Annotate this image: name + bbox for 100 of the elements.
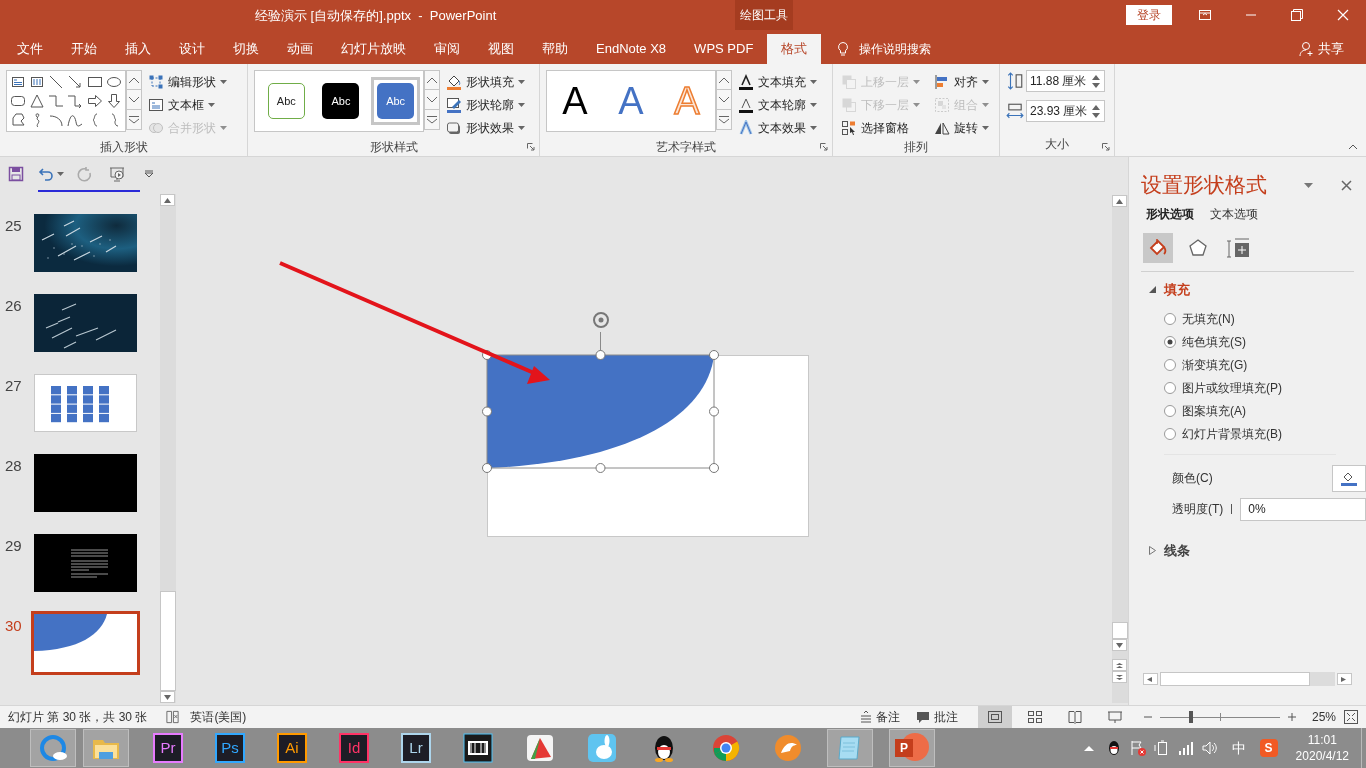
right-arrow-icon[interactable] xyxy=(86,93,103,109)
slide-thumbnail[interactable] xyxy=(31,531,140,595)
elbow-arrow-icon[interactable] xyxy=(67,93,84,109)
radio-button[interactable] xyxy=(1164,428,1176,440)
save-icon[interactable] xyxy=(8,165,24,182)
taskbar-button[interactable]: Pr xyxy=(145,729,191,767)
ribbon-tab[interactable]: 审阅 xyxy=(420,34,474,64)
height-field[interactable]: 11.88 厘米 xyxy=(1026,70,1105,92)
dialog-launcher-icon[interactable] xyxy=(820,143,828,151)
radio-button[interactable] xyxy=(1164,359,1176,371)
down-arrow-icon[interactable] xyxy=(105,93,122,109)
oval-icon[interactable] xyxy=(105,74,122,90)
selection-handle[interactable] xyxy=(709,463,719,473)
radio-label[interactable]: 无填充(N) xyxy=(1182,310,1235,328)
rabbit-icon[interactable] xyxy=(587,733,617,763)
dialog-launcher-icon[interactable] xyxy=(527,143,535,151)
radio-label[interactable]: 幻灯片背景填充(B) xyxy=(1182,425,1282,443)
ribbon-button[interactable]: 编辑形状 xyxy=(148,70,227,93)
restore-icon[interactable] xyxy=(1291,9,1303,21)
customize-toolbar-icon[interactable] xyxy=(144,169,154,178)
pane-tab[interactable]: 文本选项 xyxy=(1210,205,1258,223)
radio-label[interactable]: 图片或纹理填充(P) xyxy=(1182,379,1282,397)
tell-me-search[interactable]: 操作说明搜索 xyxy=(859,40,932,58)
slideshow-view-icon[interactable] xyxy=(1107,709,1123,725)
language-indicator[interactable]: 英语(美国) xyxy=(190,708,247,726)
chrome-icon[interactable] xyxy=(711,733,741,763)
radio-button[interactable] xyxy=(1164,313,1176,325)
comments-button[interactable]: 批注 xyxy=(916,708,958,726)
taskbar-button[interactable]: Id xyxy=(331,729,377,767)
ribbon-button[interactable]: 文本轮廓 xyxy=(738,93,817,116)
arc-icon[interactable] xyxy=(48,112,65,128)
scroll-down-button[interactable] xyxy=(1112,639,1127,651)
curved-quarter-shape[interactable] xyxy=(487,355,714,468)
ribbon-button[interactable]: 选择窗格 xyxy=(841,116,920,139)
section-header[interactable]: 线条 xyxy=(1149,540,1366,560)
ribbon-button[interactable]: 形状轮廓 xyxy=(446,93,525,116)
color-picker-button[interactable] xyxy=(1332,464,1366,492)
vertical-text-box-icon[interactable] xyxy=(29,74,46,90)
radio-button[interactable] xyxy=(1164,336,1176,348)
selection-handle[interactable] xyxy=(709,350,719,360)
slide-sorter-icon[interactable] xyxy=(1027,709,1043,725)
gallery-more-button[interactable] xyxy=(126,110,142,130)
slide-thumbnail[interactable] xyxy=(31,451,140,515)
curve-icon[interactable] xyxy=(67,112,84,128)
gallery-down-button[interactable] xyxy=(716,90,732,110)
scrollbar-thumb[interactable] xyxy=(1112,622,1128,639)
share-button[interactable]: 共享 xyxy=(1299,34,1344,64)
fox-icon[interactable] xyxy=(773,733,803,763)
ribbon-tab[interactable]: 文件 xyxy=(3,34,57,64)
line-icon[interactable] xyxy=(48,74,65,90)
ribbon-button[interactable]: 形状填充 xyxy=(446,70,525,93)
slide-thumbnail[interactable] xyxy=(31,291,140,355)
pane-tab[interactable]: 形状选项 xyxy=(1146,205,1194,223)
radio-label[interactable]: 图案填充(A) xyxy=(1182,402,1246,420)
gallery-down-button[interactable] xyxy=(424,90,440,110)
gallery-down-button[interactable] xyxy=(126,90,142,110)
app-icon[interactable]: Lr xyxy=(401,733,431,763)
selection-handle[interactable] xyxy=(595,350,606,360)
close-icon[interactable] xyxy=(1341,179,1352,191)
ribbon-button[interactable]: 文本效果 xyxy=(738,116,817,139)
transparency-field[interactable]: 0% xyxy=(1240,497,1366,521)
wordart-preset[interactable]: A xyxy=(550,73,600,129)
undo-icon[interactable] xyxy=(38,165,54,182)
gallery-up-button[interactable] xyxy=(716,70,732,90)
taskbar-button[interactable]: Ai xyxy=(269,729,315,767)
taskbar-button[interactable]: P xyxy=(889,729,935,767)
gallery-up-button[interactable] xyxy=(424,70,440,90)
normal-view-icon[interactable] xyxy=(987,709,1003,725)
dialog-launcher-icon[interactable] xyxy=(1102,143,1110,151)
ribbon-tab[interactable]: EndNote X8 xyxy=(582,34,681,64)
ribbon-display-options-icon[interactable] xyxy=(1199,9,1211,21)
slideshow-icon[interactable] xyxy=(108,165,126,182)
signal-icon[interactable] xyxy=(1177,740,1194,756)
ribbon-button[interactable]: 文本填充 xyxy=(738,70,817,93)
radio-button[interactable] xyxy=(1164,405,1176,417)
spin-up-icon[interactable] xyxy=(1092,74,1100,80)
ribbon-tab[interactable]: 切换 xyxy=(219,34,273,64)
ribbon-tab[interactable]: WPS PDF xyxy=(680,34,768,64)
text-box-icon[interactable] xyxy=(10,74,26,90)
reading-view-icon[interactable] xyxy=(1067,709,1083,725)
width-field[interactable]: 23.93 厘米 xyxy=(1026,100,1105,122)
scrollbar-thumb[interactable] xyxy=(160,591,176,691)
freeform-icon[interactable] xyxy=(10,112,26,128)
spelling-check-icon[interactable] xyxy=(165,709,181,725)
taskbar-button[interactable]: Ps xyxy=(207,729,253,767)
scroll-up-button[interactable] xyxy=(1112,195,1127,207)
zoom-in-icon[interactable] xyxy=(1288,713,1296,721)
app-icon[interactable]: Ps xyxy=(215,733,245,763)
ribbon-tab[interactable]: 幻灯片放映 xyxy=(327,34,420,64)
selection-handle[interactable] xyxy=(482,406,492,417)
next-slide-button[interactable] xyxy=(1112,671,1127,683)
selection-handle[interactable] xyxy=(709,406,719,417)
slide-thumbnail[interactable] xyxy=(31,611,140,675)
zoom-level[interactable]: 25% xyxy=(1312,708,1344,726)
ribbon-tab[interactable]: 插入 xyxy=(111,34,165,64)
scroll-left-button[interactable] xyxy=(1143,673,1158,685)
ribbon-button[interactable]: 文本框 xyxy=(148,93,227,116)
style-preset[interactable]: Abc xyxy=(371,77,421,125)
gallery-more-button[interactable] xyxy=(424,110,440,130)
zoom-slider[interactable] xyxy=(1160,711,1280,723)
